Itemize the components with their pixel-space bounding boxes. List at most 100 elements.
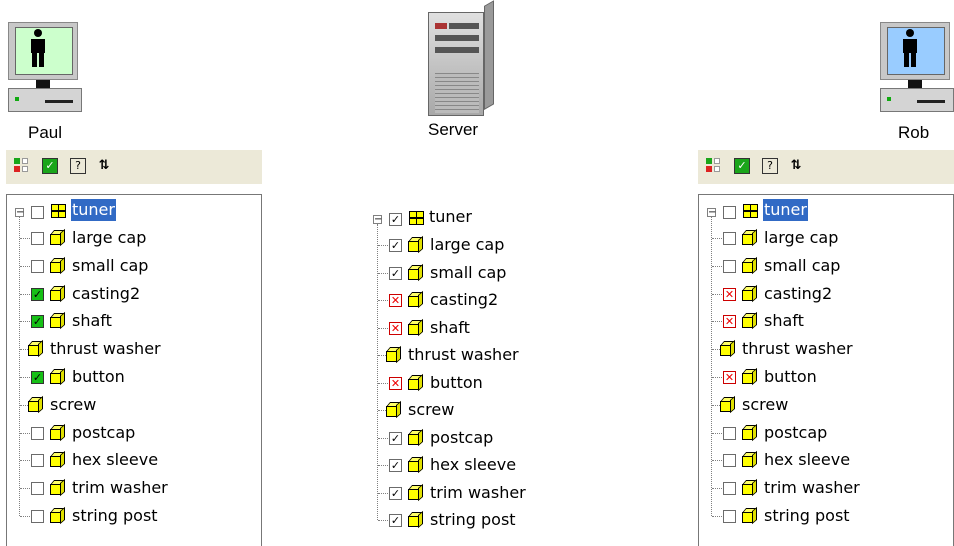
conflict-checkbox[interactable]: ✕: [723, 315, 736, 329]
checked-checkbox[interactable]: ✓: [389, 459, 402, 472]
part-icon: [407, 235, 424, 254]
part-icon: [407, 263, 424, 281]
empty-checkbox[interactable]: [31, 259, 44, 273]
part-icon: [741, 423, 758, 441]
tree-item-label: trim washer: [430, 482, 526, 502]
collapse-icon[interactable]: −: [15, 208, 24, 218]
tree-connector: [19, 217, 20, 516]
rob-toolbar: ✓ ? ⇅: [698, 150, 954, 184]
empty-checkbox[interactable]: [723, 232, 736, 245]
tree-item-label: small cap: [764, 255, 841, 275]
server-label: Server: [428, 120, 479, 139]
checked-checkbox[interactable]: ✓: [389, 431, 402, 445]
tree-item-label: large cap: [72, 228, 147, 247]
empty-checkbox[interactable]: [31, 482, 44, 496]
empty-checkbox[interactable]: [31, 232, 44, 245]
collapse-icon[interactable]: −: [707, 208, 716, 218]
part-icon: [407, 483, 424, 501]
help-icon[interactable]: ?: [762, 158, 778, 174]
tree-item-label: hex sleeve: [764, 450, 851, 470]
empty-checkbox[interactable]: [31, 426, 44, 440]
tree-item-label: screw: [50, 394, 97, 414]
tree-item-label: hex sleeve: [72, 450, 159, 470]
checkbox-icon[interactable]: ✓: [734, 158, 750, 174]
tree-item-label: shaft: [72, 311, 112, 331]
assembly-icon: [743, 204, 759, 220]
server-tree-panel: − ✓ tuner ✓ large cap ✓ small cap ✕ casting2 ✕ sha…: [365, 194, 625, 546]
tree-item-label: casting2: [72, 283, 141, 303]
refresh-icon[interactable]: ⇅: [96, 158, 112, 174]
part-icon: [49, 228, 66, 247]
conflict-checkbox[interactable]: ✕: [723, 371, 736, 384]
checked-checkbox[interactable]: ✓: [389, 239, 402, 252]
checked-checkbox[interactable]: ✓: [389, 486, 402, 500]
empty-checkbox[interactable]: [723, 510, 736, 523]
tree-item-label: casting2: [764, 283, 833, 303]
empty-checkbox[interactable]: [723, 454, 736, 468]
tree-item-label: large cap: [764, 228, 839, 247]
part-icon: [741, 367, 758, 386]
server-tree: − ✓ tuner ✓ large cap ✓ small cap ✕ casting2 ✕ sha…: [373, 206, 623, 546]
tree-item-label: thrust washer: [408, 345, 519, 364]
empty-checkbox[interactable]: [723, 259, 736, 273]
tree-item-label: large cap: [430, 235, 505, 254]
paul-label: Paul: [28, 123, 63, 142]
empty-checkbox[interactable]: [723, 482, 736, 496]
empty-checkbox[interactable]: [723, 206, 736, 219]
part-icon: [407, 455, 424, 474]
tree-item-label: small cap: [430, 262, 507, 282]
conflict-checkbox[interactable]: ✕: [723, 287, 736, 301]
checked-checkbox[interactable]: ✓: [31, 287, 44, 301]
tree-item-label: casting2: [430, 290, 499, 309]
part-icon: [741, 451, 758, 469]
conflict-checkbox[interactable]: ✕: [389, 321, 402, 335]
tree-item-label: hex sleeve: [430, 455, 517, 474]
color-grid-icon[interactable]: [706, 158, 722, 174]
part-icon: [49, 423, 66, 441]
part-icon: [407, 510, 424, 529]
tree-root-label: tuner: [71, 199, 116, 221]
empty-checkbox[interactable]: [31, 206, 44, 219]
tree-root-label: tuner: [763, 199, 808, 221]
tree-item-label: postcap: [72, 422, 136, 442]
conflict-checkbox[interactable]: ✕: [389, 294, 402, 307]
tree-item-label: screw: [742, 394, 789, 414]
part-icon: [49, 284, 66, 302]
tree-item-label: small cap: [72, 255, 149, 275]
part-icon: [719, 395, 736, 413]
empty-checkbox[interactable]: [31, 454, 44, 468]
checkbox-icon[interactable]: ✓: [42, 158, 58, 174]
tree-item-label: string post: [430, 510, 516, 529]
checked-checkbox[interactable]: ✓: [31, 371, 44, 384]
part-icon: [385, 345, 402, 364]
paul-tree: − tuner large cap small cap ✓ casting2 ✓ shaft t…: [15, 199, 255, 539]
tree-item-label: button: [72, 367, 125, 386]
tree-item-label: button: [430, 372, 483, 392]
empty-checkbox[interactable]: [31, 510, 44, 523]
part-icon: [49, 256, 66, 274]
checked-checkbox[interactable]: ✓: [389, 266, 402, 280]
part-icon: [407, 373, 424, 391]
part-icon: [407, 318, 424, 336]
checked-checkbox[interactable]: ✓: [389, 213, 402, 226]
refresh-icon[interactable]: ⇅: [788, 158, 804, 174]
tree-item-label: trim washer: [72, 478, 168, 498]
conflict-checkbox[interactable]: ✕: [389, 376, 402, 390]
checked-checkbox[interactable]: ✓: [389, 514, 402, 527]
collapse-icon[interactable]: −: [373, 215, 382, 225]
server-icon: [428, 0, 494, 118]
paul-toolbar: ✓ ? ⇅: [6, 150, 262, 184]
color-grid-icon[interactable]: [14, 158, 30, 174]
paul-computer-icon: [8, 22, 82, 114]
checked-checkbox[interactable]: ✓: [31, 315, 44, 329]
part-icon: [27, 395, 44, 413]
tree-item-label: shaft: [430, 317, 470, 337]
part-icon: [49, 367, 66, 386]
help-icon[interactable]: ?: [70, 158, 86, 174]
part-icon: [741, 228, 758, 247]
empty-checkbox[interactable]: [723, 426, 736, 440]
tree-item-label: button: [764, 367, 817, 386]
tree-item-label: screw: [408, 400, 455, 419]
part-icon: [407, 290, 424, 309]
part-icon: [49, 506, 66, 525]
